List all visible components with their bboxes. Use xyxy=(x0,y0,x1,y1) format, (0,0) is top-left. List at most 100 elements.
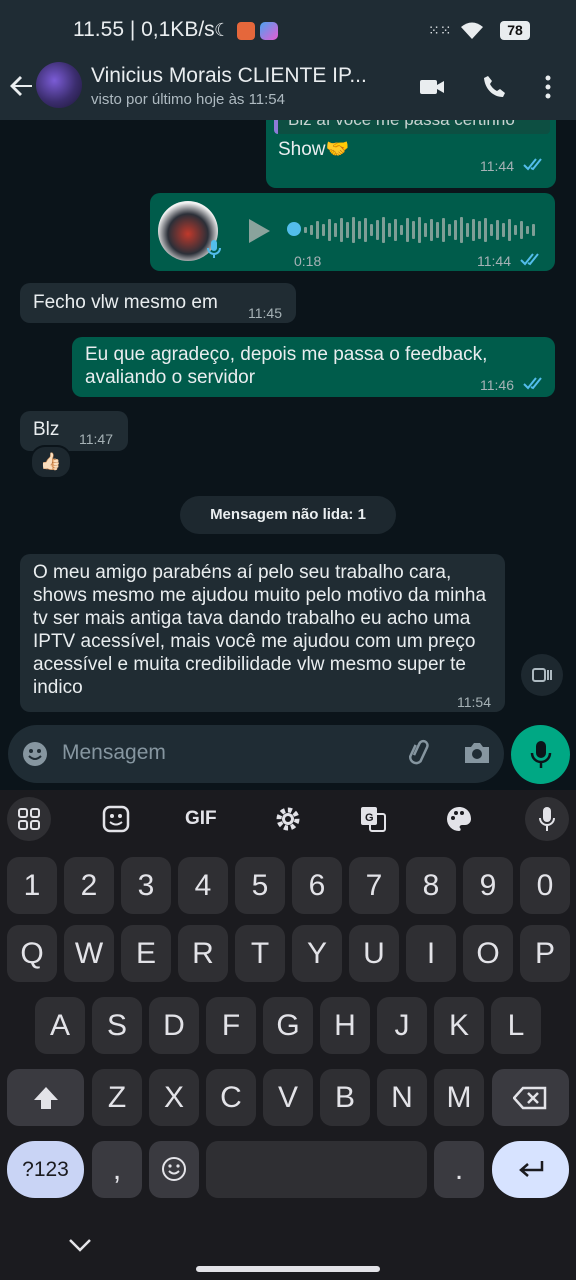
gif-button[interactable]: GIF xyxy=(185,808,217,830)
read-ticks-icon xyxy=(520,253,539,266)
backspace-icon xyxy=(513,1086,547,1110)
signal-dots-icon: ⁙⁙ xyxy=(428,22,452,38)
message-bubble-out[interactable]: Eu que agradeço, depois me passa o feedb… xyxy=(72,337,555,397)
period-key[interactable]: . xyxy=(434,1141,484,1198)
phone-call-icon[interactable] xyxy=(481,73,509,101)
camera-icon[interactable] xyxy=(463,741,491,765)
key-c[interactable]: C xyxy=(206,1069,256,1126)
app-notification-icon xyxy=(237,22,255,40)
message-composer[interactable]: Mensagem xyxy=(8,725,504,783)
message-time: 11:44 xyxy=(477,253,511,269)
message-time: 11:47 xyxy=(79,431,113,447)
message-bubble-in[interactable]: O meu amigo parabéns aí pelo seu trabalh… xyxy=(20,554,505,712)
play-icon[interactable] xyxy=(246,217,272,245)
key-y[interactable]: Y xyxy=(292,925,342,982)
keyboard-apps-button[interactable] xyxy=(7,797,51,841)
audio-waveform[interactable] xyxy=(302,215,542,245)
key-z[interactable]: Z xyxy=(92,1069,142,1126)
message-text: O meu amigo parabéns aí pelo seu trabalh… xyxy=(33,562,487,698)
more-options-icon[interactable] xyxy=(534,73,562,101)
translate-icon[interactable]: G xyxy=(359,805,387,833)
key-i[interactable]: I xyxy=(406,925,456,982)
key-6[interactable]: 6 xyxy=(292,857,342,914)
key-1[interactable]: 1 xyxy=(7,857,57,914)
transcribe-button[interactable] xyxy=(521,654,563,696)
key-v[interactable]: V xyxy=(263,1069,313,1126)
key-b[interactable]: B xyxy=(320,1069,370,1126)
message-bubble-out[interactable]: Blz aí você me passa certinho Show🤝 11:4… xyxy=(266,120,556,188)
quoted-message: Blz aí você me passa certinho xyxy=(274,120,550,134)
space-key[interactable] xyxy=(206,1141,427,1198)
contact-name[interactable]: Vinicius Morais CLIENTE IP... xyxy=(91,64,401,88)
comma-key[interactable]: , xyxy=(92,1141,142,1198)
key-3[interactable]: 3 xyxy=(121,857,171,914)
key-5[interactable]: 5 xyxy=(235,857,285,914)
key-2[interactable]: 2 xyxy=(64,857,114,914)
app-notification-icon-2 xyxy=(260,22,278,40)
key-s[interactable]: S xyxy=(92,997,142,1054)
reaction-badge[interactable]: 👍🏻 xyxy=(30,445,72,479)
chat-area[interactable]: Blz aí você me passa certinho Show🤝 11:4… xyxy=(0,120,576,788)
key-n[interactable]: N xyxy=(377,1069,427,1126)
message-text: Show🤝 xyxy=(278,139,350,160)
message-bubble-in[interactable]: Blz 11:47 xyxy=(20,411,128,451)
message-bubble-in[interactable]: Fecho vlw mesmo em 11:45 xyxy=(20,283,296,323)
transcribe-icon xyxy=(532,668,552,682)
enter-key[interactable] xyxy=(492,1141,569,1198)
hide-keyboard-chevron-icon[interactable] xyxy=(68,1237,92,1253)
home-gesture-bar[interactable] xyxy=(196,1266,380,1272)
attach-icon[interactable] xyxy=(406,739,434,769)
palette-icon[interactable] xyxy=(445,805,473,833)
audio-duration: 0:18 xyxy=(294,253,322,269)
key-4[interactable]: 4 xyxy=(178,857,228,914)
message-time: 11:44 xyxy=(480,158,514,174)
key-l[interactable]: L xyxy=(491,997,541,1054)
key-p[interactable]: P xyxy=(520,925,570,982)
key-a[interactable]: A xyxy=(35,997,85,1054)
read-ticks-icon xyxy=(523,377,542,390)
backspace-key[interactable] xyxy=(492,1069,569,1126)
key-h[interactable]: H xyxy=(320,997,370,1054)
apps-grid-icon xyxy=(18,808,40,830)
key-d[interactable]: D xyxy=(149,997,199,1054)
message-time: 11:54 xyxy=(457,694,491,710)
voice-record-button[interactable] xyxy=(511,725,570,784)
video-call-icon[interactable] xyxy=(418,73,446,101)
key-9[interactable]: 9 xyxy=(463,857,513,914)
chat-header: Vinicius Morais CLIENTE IP... visto por … xyxy=(0,60,576,120)
mic-small-icon xyxy=(207,240,221,258)
shift-key[interactable] xyxy=(7,1069,84,1126)
on-screen-keyboard: GIF G 1 2 3 4 5 6 7 8 9 0 Q W E R T Y U … xyxy=(0,790,576,1280)
audio-message[interactable]: 0:18 11:44 xyxy=(150,193,555,271)
emoji-smile-icon xyxy=(162,1157,186,1181)
emoji-icon[interactable] xyxy=(22,741,48,767)
symbols-key[interactable]: ?123 xyxy=(7,1141,84,1198)
back-arrow-icon[interactable] xyxy=(6,70,38,102)
key-w[interactable]: W xyxy=(64,925,114,982)
key-7[interactable]: 7 xyxy=(349,857,399,914)
emoji-key[interactable] xyxy=(149,1141,199,1198)
avatar[interactable] xyxy=(36,62,82,108)
key-x[interactable]: X xyxy=(149,1069,199,1126)
key-u[interactable]: U xyxy=(349,925,399,982)
unread-messages-separator: Mensagem não lida: 1 xyxy=(180,496,396,534)
key-r[interactable]: R xyxy=(178,925,228,982)
key-k[interactable]: K xyxy=(434,997,484,1054)
key-q[interactable]: Q xyxy=(7,925,57,982)
key-e[interactable]: E xyxy=(121,925,171,982)
key-m[interactable]: M xyxy=(434,1069,484,1126)
key-t[interactable]: T xyxy=(235,925,285,982)
sticker-icon[interactable] xyxy=(102,805,130,833)
audio-progress-dot[interactable] xyxy=(287,222,301,236)
key-f[interactable]: F xyxy=(206,997,256,1054)
quoted-text: Blz aí você me passa certinho xyxy=(288,120,515,131)
key-g[interactable]: G xyxy=(263,997,313,1054)
key-j[interactable]: J xyxy=(377,997,427,1054)
key-o[interactable]: O xyxy=(463,925,513,982)
settings-gear-icon[interactable] xyxy=(274,805,302,833)
keyboard-voice-button[interactable] xyxy=(525,797,569,841)
shift-arrow-icon xyxy=(34,1087,58,1109)
key-8[interactable]: 8 xyxy=(406,857,456,914)
key-0[interactable]: 0 xyxy=(520,857,570,914)
message-input[interactable]: Mensagem xyxy=(62,741,166,765)
